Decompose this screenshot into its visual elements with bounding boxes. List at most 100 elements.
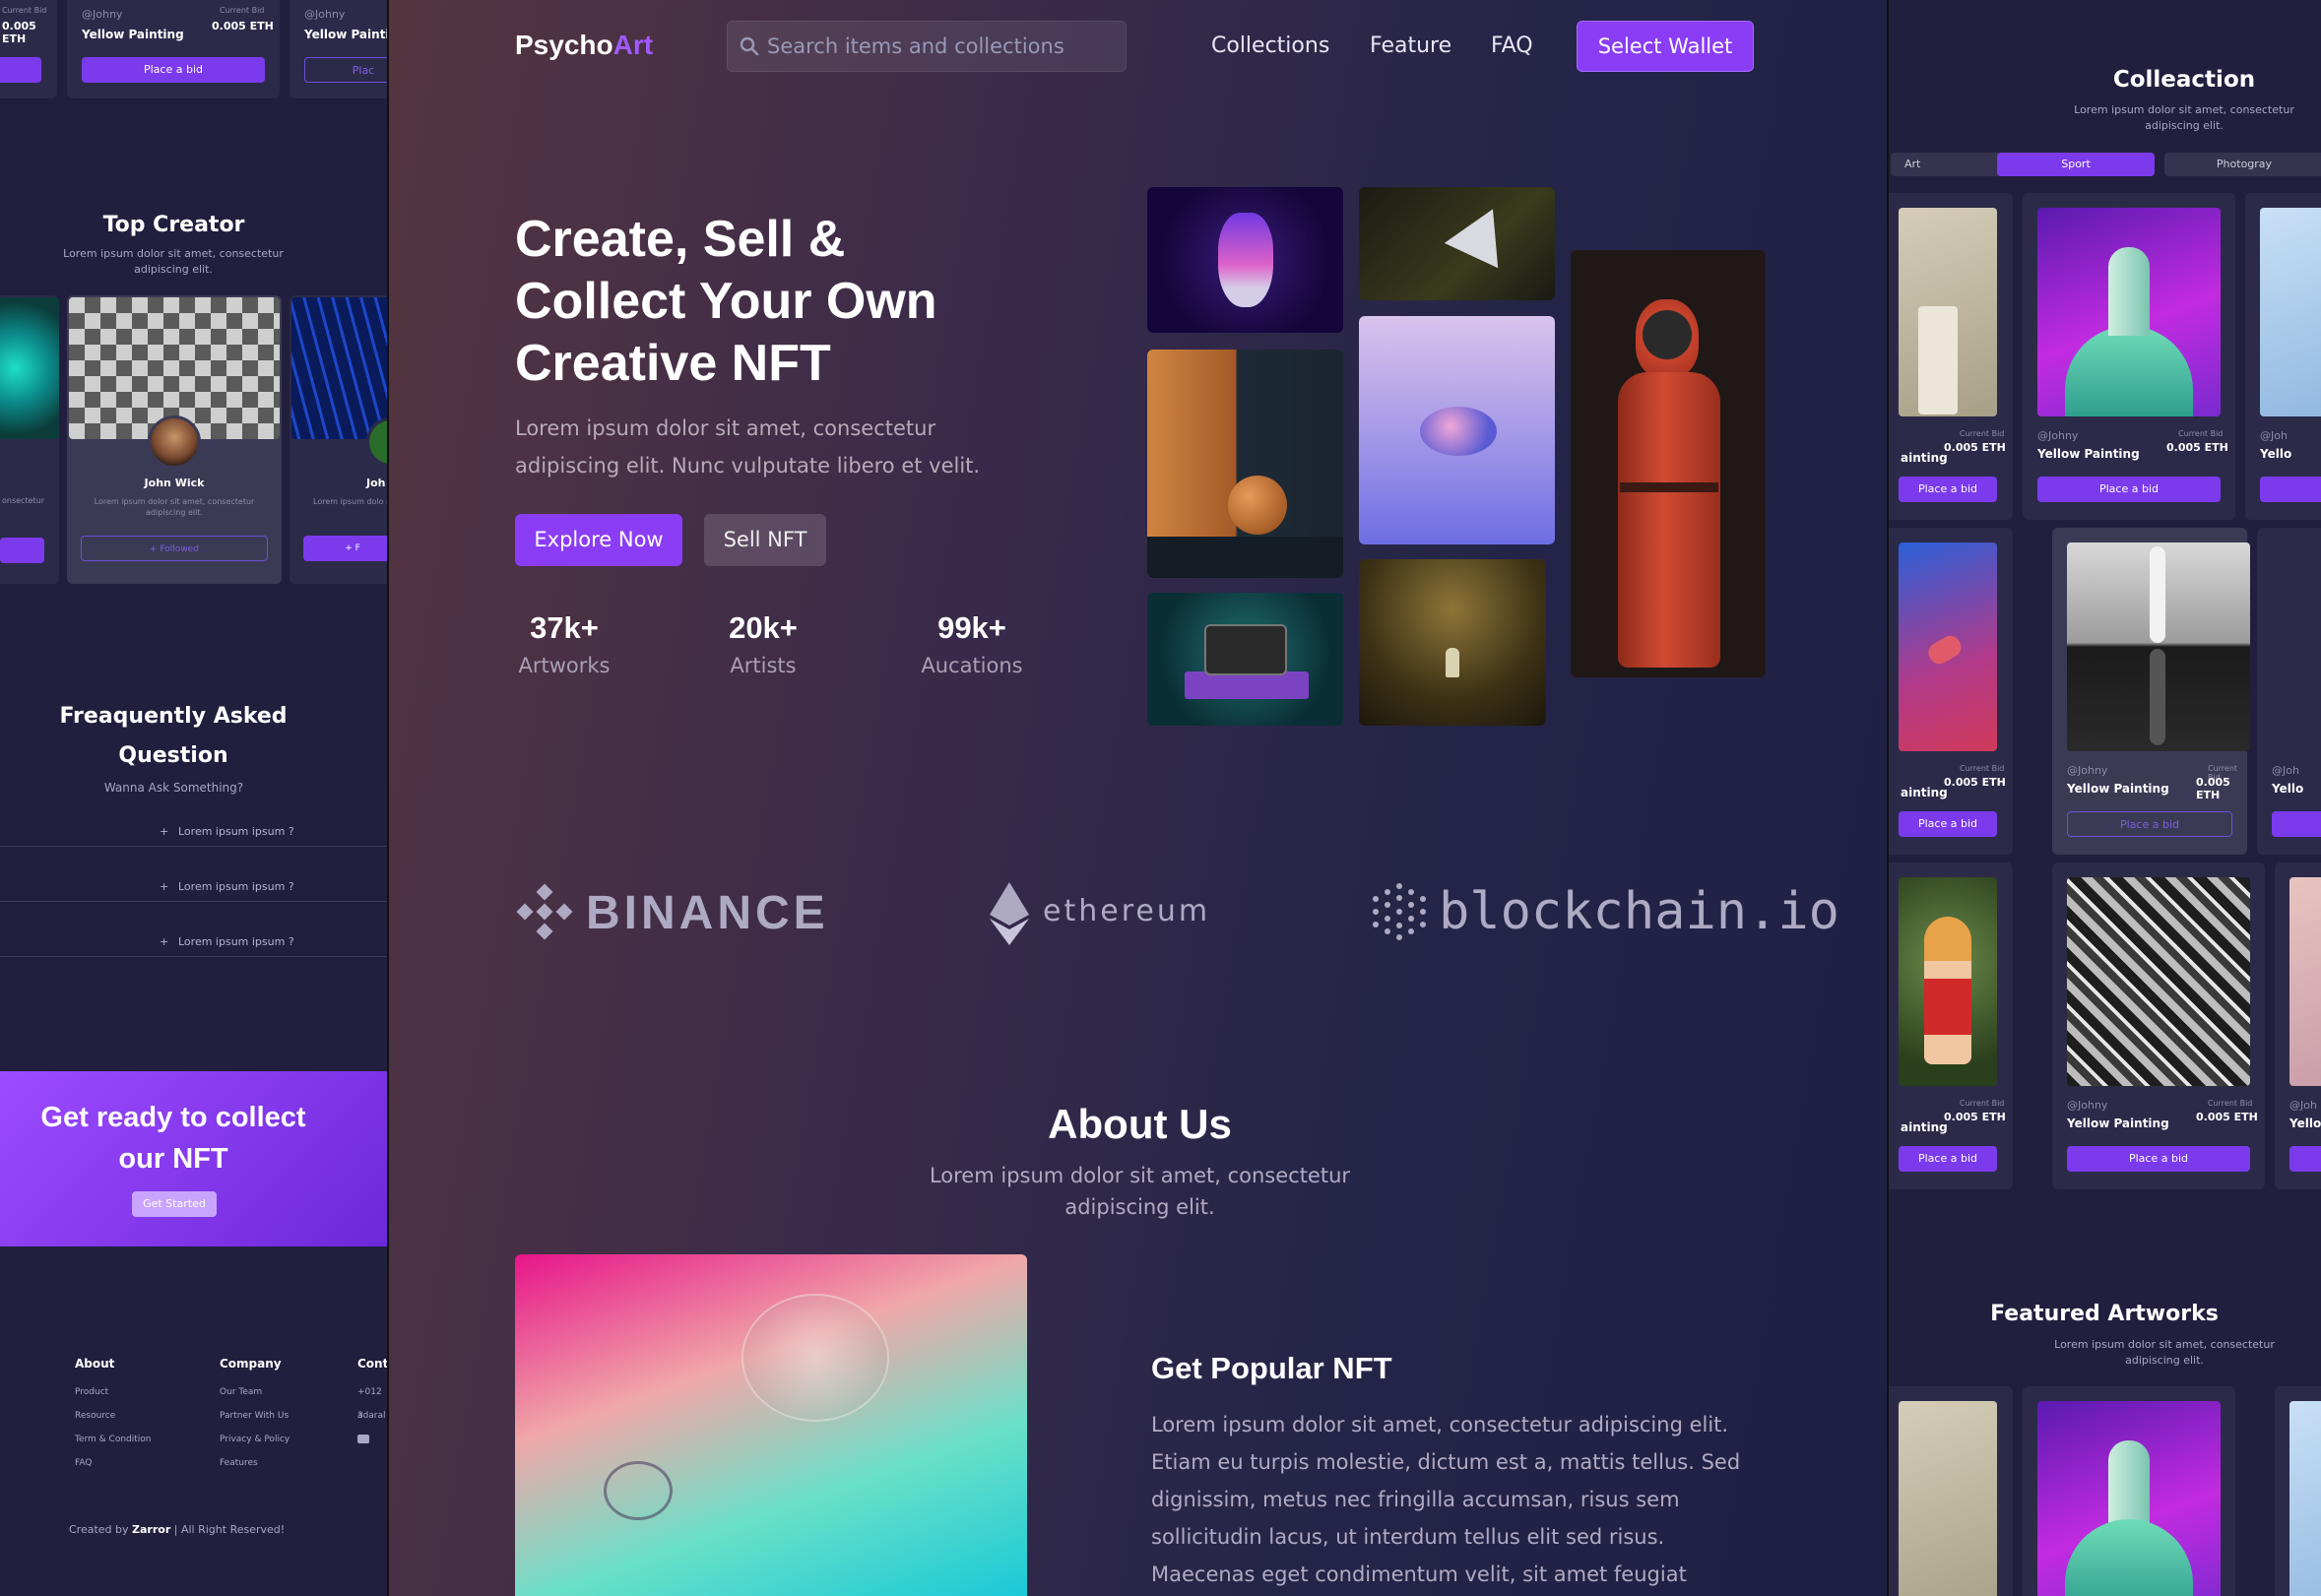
card-user: @Joh (2272, 764, 2299, 777)
search-bar[interactable] (727, 21, 1127, 72)
get-started-button[interactable]: Get Started (132, 1191, 217, 1217)
top-creator-subtitle: Lorem ipsum dolor sit amet, consectetur … (63, 247, 284, 276)
top-creator-title: Top Creator (102, 213, 245, 237)
nft-image (1899, 877, 1997, 1086)
tile-floor (1147, 537, 1343, 578)
place-bid-button[interactable] (0, 57, 41, 83)
right-preview-panel: Colleaction Lorem ipsum dolor sit amet, … (1889, 0, 2321, 1596)
nft-card: Current Bid ainting 0.005 ETH Place a bi… (1889, 193, 2013, 520)
nft-card: @Johny Yellow Painting Plac (290, 0, 387, 98)
faq-item[interactable]: + Lorem ipsum ipsum ? (0, 817, 387, 847)
artwork-tile-camera[interactable] (1147, 593, 1343, 726)
camera-art (1204, 624, 1287, 675)
artwork-tile-skull[interactable] (1147, 187, 1343, 333)
place-bid-button[interactable]: Place a bid (82, 57, 265, 83)
explore-now-button[interactable]: Explore Now (515, 514, 682, 566)
bid-price: 0.005 ETH (2196, 776, 2230, 801)
place-bid-button[interactable]: Place a bid (1899, 477, 1997, 502)
nav-collections[interactable]: Collections (1211, 33, 1329, 58)
creator-card: Joh Lorem ipsum dolo adipi + F (290, 295, 387, 584)
footer-link[interactable]: Resource (75, 1404, 152, 1428)
footer-contact-email: adaral (357, 1411, 386, 1421)
about-title: About Us (1048, 1101, 1232, 1147)
nft-image (2260, 208, 2321, 416)
hero-title: Create, Sell & Collect Your Own Creative… (515, 211, 937, 392)
place-bid-button[interactable]: Place a bid (1899, 811, 1997, 837)
footer-heading: About (75, 1357, 115, 1371)
artwork-tile-orange[interactable] (1147, 350, 1343, 578)
current-bid-label: Current Bid (1960, 764, 2005, 773)
statue-reflection (2150, 649, 2165, 745)
faq-question: Lorem ipsum ipsum ? (178, 935, 294, 948)
place-bid-button[interactable]: Place a bid (1899, 1146, 1997, 1172)
featured-subtitle: Lorem ipsum dolor sit amet, consectetur … (2054, 1338, 2275, 1367)
footer-link[interactable]: Term & Condition (75, 1428, 152, 1451)
current-bid-label: Current Bid (1960, 429, 2005, 438)
follow-button[interactable]: + F (303, 536, 387, 561)
shape-art (1444, 196, 1520, 269)
place-bid-button[interactable] (2289, 1146, 2321, 1172)
place-bid-button[interactable] (2272, 811, 2321, 837)
footer-contact: Cont +012 3 adaral (357, 1357, 387, 1443)
plus-icon: + (160, 935, 169, 948)
footer-link[interactable]: Our Team (220, 1380, 290, 1404)
card-user: @Johny (2067, 1099, 2108, 1112)
place-bid-button[interactable]: Place a bid (2037, 477, 2221, 502)
stat-value: 20k+ (729, 610, 798, 645)
card-title: Yellow Painting (2067, 1117, 2169, 1130)
place-bid-button[interactable] (2260, 477, 2321, 502)
social-icon[interactable] (357, 1435, 369, 1443)
bid-price: 0.005 ETH (2196, 1111, 2258, 1123)
place-bid-button[interactable]: Place a bid (2067, 1146, 2250, 1172)
follow-button[interactable]: + Followed (81, 536, 268, 561)
nft-image (2037, 1401, 2221, 1596)
book-art (1185, 671, 1309, 699)
footer-link[interactable]: Features (220, 1451, 290, 1475)
artwork-tile-brain[interactable] (1359, 316, 1555, 544)
nft-image (1899, 208, 1997, 416)
artwork-tile-gold[interactable] (1359, 559, 1546, 726)
nft-image (2289, 1401, 2321, 1596)
select-wallet-button[interactable]: Select Wallet (1577, 21, 1754, 72)
faq-item[interactable]: + Lorem ipsum ipsum ? (0, 872, 387, 902)
footer-link[interactable]: FAQ (75, 1451, 152, 1475)
brand-logo[interactable]: PsychoArt (515, 30, 653, 61)
faq-item[interactable]: + Lorem ipsum ipsum ? (0, 927, 387, 957)
nft-card: @Johny Current Bid Yellow Painting 0.005… (2052, 862, 2265, 1189)
faq-title: Freaquently Asked Question (59, 704, 288, 768)
nft-card: @Joh Yello (2275, 862, 2321, 1189)
featured-title: Featured Artworks (1990, 1302, 2219, 1326)
filter-photography[interactable]: Photogray (2164, 153, 2321, 176)
card-title: Yellow Painting (2037, 447, 2140, 461)
place-bid-button[interactable]: Place a bid (2067, 811, 2232, 837)
nft-image (2272, 543, 2321, 751)
filter-sport[interactable]: Sport (1997, 153, 2155, 176)
suit-body (1618, 372, 1720, 668)
dome-art (2065, 326, 2193, 416)
nav-feature[interactable]: Feature (1370, 33, 1451, 58)
nft-card (1889, 1386, 2013, 1596)
card-user: @Johny (2037, 429, 2079, 442)
stat-label: Artworks (518, 654, 611, 677)
follow-button[interactable] (0, 538, 44, 563)
footer-link[interactable]: Privacy & Policy (220, 1428, 290, 1451)
search-input[interactable] (767, 22, 1122, 71)
about-image (515, 1254, 1027, 1596)
footer-link[interactable]: Partner With Us (220, 1404, 290, 1428)
partner-name: blockchain.io (1439, 882, 1839, 941)
cta-banner: Get ready to collect our NFT Get Started (0, 1071, 387, 1246)
credit-prefix: Created by (69, 1523, 129, 1536)
creator-cover (0, 297, 59, 439)
sell-nft-button[interactable]: Sell NFT (704, 514, 826, 566)
nft-card: @Johny Current Bid Yellow Painting 0.005… (2023, 193, 2235, 520)
footer-link[interactable]: Product (75, 1380, 152, 1404)
artwork-tile-geometric[interactable] (1359, 187, 1555, 300)
card-user: @Johny (82, 8, 123, 21)
place-bid-button[interactable]: Plac (304, 57, 387, 83)
artwork-tile-redsuit[interactable] (1571, 250, 1766, 677)
nav-faq[interactable]: FAQ (1491, 33, 1533, 58)
faq-question: Lorem ipsum ipsum ? (178, 825, 294, 838)
sphere-art (1228, 476, 1287, 535)
creator-cover (291, 297, 387, 439)
credit-brand[interactable]: Zarror (132, 1523, 170, 1536)
